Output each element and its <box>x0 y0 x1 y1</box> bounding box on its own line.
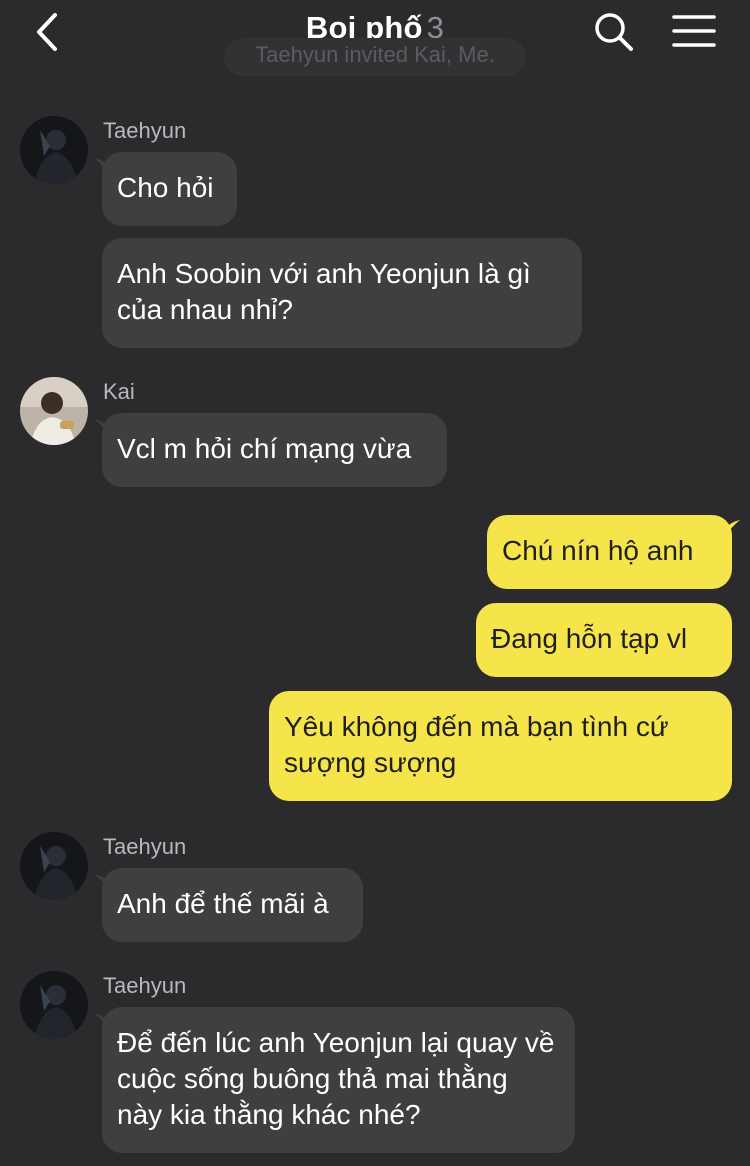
sender-name: Taehyun <box>103 834 187 859</box>
message-bubble-outgoing[interactable]: Chú nín hộ anh <box>487 515 732 589</box>
profile-photo <box>20 832 88 900</box>
avatar-kai[interactable] <box>20 377 88 445</box>
message-bubble[interactable]: Anh Soobin với anh Yeonjun là gì của nha… <box>102 238 582 348</box>
profile-photo <box>20 377 88 445</box>
message-bubble[interactable]: Anh để thế mãi à <box>102 868 363 942</box>
message-bubble-outgoing[interactable]: Yêu không đến mà bạn tình cứ sượng sượng <box>269 691 732 801</box>
profile-photo <box>20 971 88 1039</box>
search-button[interactable] <box>592 10 636 54</box>
system-message: Taehyun invited Kai, Me. <box>224 38 526 76</box>
profile-photo <box>20 116 88 184</box>
message-bubble[interactable]: Cho hỏi <box>102 152 237 226</box>
sender-name: Taehyun <box>103 118 187 143</box>
avatar-taehyun[interactable] <box>20 971 88 1039</box>
sender-name: Taehyun <box>103 973 187 998</box>
avatar-taehyun[interactable] <box>20 116 88 184</box>
menu-button[interactable] <box>672 12 716 52</box>
message-bubble-outgoing[interactable]: Đang hỗn tạp vl <box>476 603 732 677</box>
sender-name: Kai <box>103 379 135 404</box>
message-bubble[interactable]: Để đến lúc anh Yeonjun lại quay về cuộc … <box>102 1007 575 1153</box>
search-icon <box>595 13 633 51</box>
hamburger-menu-icon <box>672 15 716 47</box>
message-bubble[interactable]: Vcl m hỏi chí mạng vừa <box>102 413 447 487</box>
avatar-taehyun[interactable] <box>20 832 88 900</box>
